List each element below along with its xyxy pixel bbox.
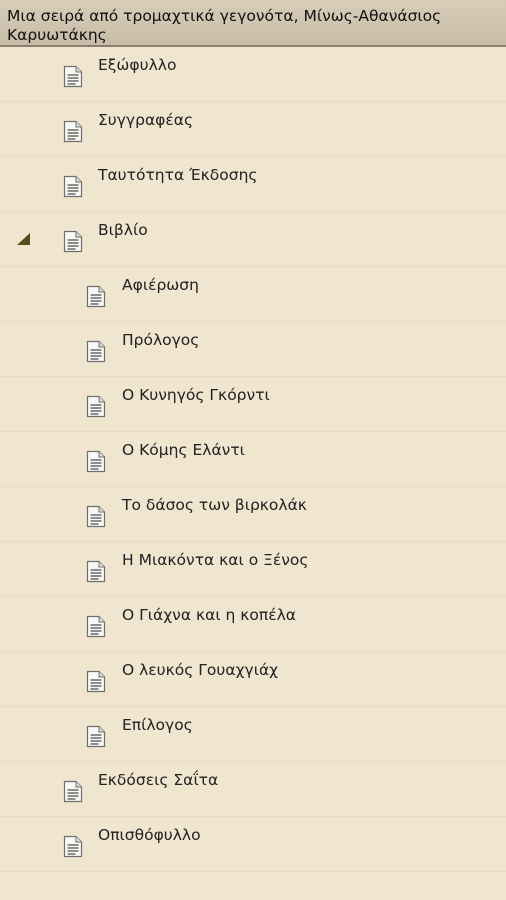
- toc-item-label: Επίλογος: [122, 716, 193, 734]
- document-icon: [86, 285, 106, 308]
- toc-item-dedication[interactable]: Αφιέρωση: [0, 267, 506, 322]
- toc-item-chapter-6[interactable]: Ο λευκός Γουαχγιάχ: [0, 652, 506, 707]
- toc-item-label: Ο Κόμης Ελάντι: [122, 441, 245, 459]
- toc-item-label: Αφιέρωση: [122, 276, 199, 294]
- document-icon: [63, 230, 83, 253]
- toc-item-book[interactable]: Βιβλίο: [0, 212, 506, 267]
- toc-item-edition-info[interactable]: Ταυτότητα Έκδοσης: [0, 157, 506, 212]
- toc-item-label: Η Μιακόντα και ο Ξένος: [122, 551, 309, 569]
- document-icon: [63, 65, 83, 88]
- toc-item-chapter-2[interactable]: Ο Κόμης Ελάντι: [0, 432, 506, 487]
- document-icon: [86, 670, 106, 693]
- book-title: Μια σειρά από τρομαχτικά γεγονότα, Μίνως…: [7, 7, 442, 44]
- toc-item-label: Εκδόσεις Σαΐτα: [98, 771, 219, 789]
- document-icon: [86, 450, 106, 473]
- table-of-contents: Εξώφυλλο Συγγραφέας Ταυτότητα Έκδοσης Βι…: [0, 47, 506, 872]
- toc-item-prologue[interactable]: Πρόλογος: [0, 322, 506, 377]
- document-icon: [63, 835, 83, 858]
- toc-item-label: Συγγραφέας: [98, 111, 194, 129]
- document-icon: [63, 780, 83, 803]
- toc-item-publisher[interactable]: Εκδόσεις Σαΐτα: [0, 762, 506, 817]
- toc-item-label: Ο Κυνηγός Γκόρντι: [122, 386, 270, 404]
- title-bar: Μια σειρά από τρομαχτικά γεγονότα, Μίνως…: [0, 0, 506, 47]
- toc-item-chapter-3[interactable]: Το δάσος των βιρκολάκ: [0, 487, 506, 542]
- toc-item-chapter-4[interactable]: Η Μιακόντα και ο Ξένος: [0, 542, 506, 597]
- toc-item-label: Οπισθόφυλλο: [98, 826, 201, 844]
- toc-item-label: Εξώφυλλο: [98, 56, 177, 74]
- document-icon: [86, 560, 106, 583]
- document-icon: [86, 395, 106, 418]
- toc-item-label: Ταυτότητα Έκδοσης: [98, 166, 258, 184]
- document-icon: [86, 725, 106, 748]
- toc-item-chapter-1[interactable]: Ο Κυνηγός Γκόρντι: [0, 377, 506, 432]
- document-icon: [86, 505, 106, 528]
- toc-item-label: Πρόλογος: [122, 331, 200, 349]
- toc-item-label: Ο λευκός Γουαχγιάχ: [122, 661, 279, 679]
- document-icon: [63, 175, 83, 198]
- toc-item-cover[interactable]: Εξώφυλλο: [0, 47, 506, 102]
- toc-item-author[interactable]: Συγγραφέας: [0, 102, 506, 157]
- toc-item-epilogue[interactable]: Επίλογος: [0, 707, 506, 762]
- document-icon: [63, 120, 83, 143]
- document-icon: [86, 340, 106, 363]
- document-icon: [86, 615, 106, 638]
- expanded-triangle-icon[interactable]: [17, 233, 30, 245]
- toc-item-back-cover[interactable]: Οπισθόφυλλο: [0, 817, 506, 872]
- toc-item-label: Βιβλίο: [98, 221, 148, 239]
- toc-item-label: Το δάσος των βιρκολάκ: [122, 496, 307, 514]
- toc-item-label: Ο Γιάχνα και η κοπέλα: [122, 606, 296, 624]
- toc-item-chapter-5[interactable]: Ο Γιάχνα και η κοπέλα: [0, 597, 506, 652]
